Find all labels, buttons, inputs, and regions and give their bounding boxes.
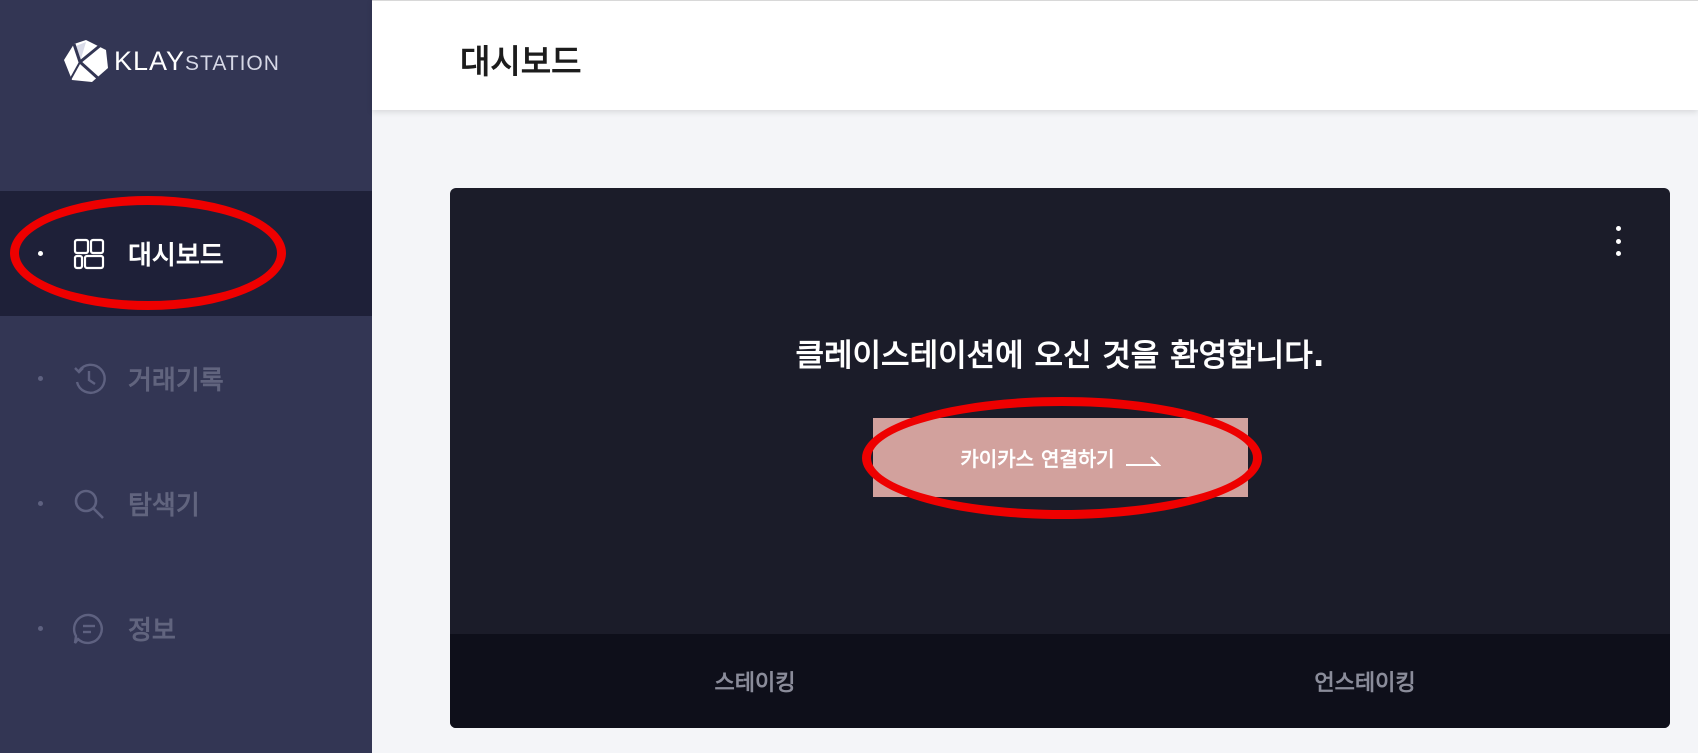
top-header: 대시보드	[372, 0, 1698, 110]
sidebar-item-label: 정보	[128, 616, 176, 646]
klaystation-logo[interactable]: KLAY STATION	[62, 38, 280, 84]
arrow-right-icon	[1125, 455, 1161, 466]
search-icon	[74, 489, 104, 519]
logo-text-station: STATION	[185, 52, 280, 75]
connect-kaikas-button[interactable]: 카이카스 연결하기	[873, 418, 1248, 497]
nav-bullet	[38, 626, 43, 631]
nav-bullet	[38, 501, 43, 506]
klay-logo-icon	[64, 40, 108, 82]
info-chat-icon	[72, 613, 103, 644]
dashboard-icon	[73, 238, 105, 269]
nav-bullet	[38, 376, 43, 381]
sidebar-item-history[interactable]: 거래기록	[0, 316, 372, 441]
sidebar-item-info[interactable]: 정보	[0, 566, 372, 691]
nav-bullet	[38, 251, 43, 256]
logo-text-klay: KLAY	[114, 45, 186, 76]
sidebar-item-label: 거래기록	[128, 366, 224, 396]
page-title: 대시보드	[460, 42, 582, 81]
more-options-button[interactable]	[1610, 226, 1626, 256]
history-icon	[74, 363, 106, 394]
welcome-card: 클레이스테이션에 오신 것을 환영합니다. 카이카스 연결하기 스테이킹 언스테…	[450, 188, 1670, 728]
sidebar-item-dashboard[interactable]: 대시보드	[0, 191, 372, 316]
sidebar: KLAY STATION 대시보드 거래기록 탐색기 정보	[0, 0, 372, 753]
connect-kaikas-label: 카이카스 연결하기	[960, 447, 1115, 471]
sidebar-item-explorer[interactable]: 탐색기	[0, 441, 372, 566]
more-dot-icon	[1615, 226, 1621, 231]
sidebar-item-label: 대시보드	[128, 241, 224, 271]
more-dot-icon	[1615, 251, 1621, 256]
more-dot-icon	[1615, 238, 1621, 244]
welcome-message: 클레이스테이션에 오신 것을 환영합니다.	[795, 338, 1325, 374]
tab-staking[interactable]: 스테이킹	[450, 634, 1060, 728]
tab-unstaking[interactable]: 언스테이킹	[1060, 634, 1670, 728]
sidebar-item-label: 탐색기	[128, 491, 200, 521]
card-footer-tabs: 스테이킹 언스테이킹	[450, 634, 1670, 728]
